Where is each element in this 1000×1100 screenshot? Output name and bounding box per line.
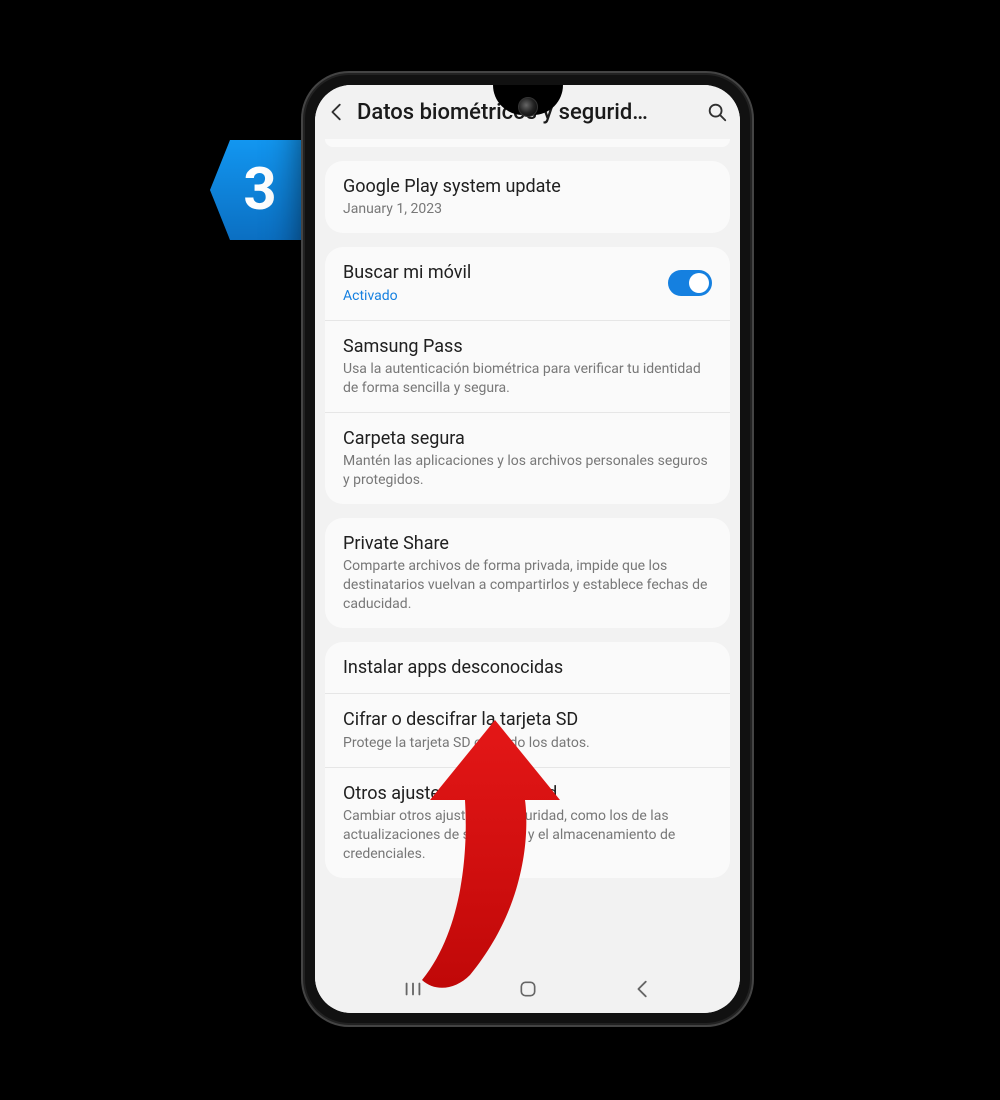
recents-icon (402, 978, 424, 1000)
list-group: Instalar apps desconocidas Cifrar o desc… (325, 642, 730, 878)
step-badge: 3 (210, 140, 310, 240)
settings-item-other-security[interactable]: Otros ajustes de seguridad Cambiar otros… (325, 767, 730, 878)
home-icon (518, 979, 538, 999)
settings-item-samsung-pass[interactable]: Samsung Pass Usa la autenticación biomét… (325, 320, 730, 412)
settings-item-google-play-update[interactable]: Google Play system update January 1, 202… (325, 161, 730, 233)
settings-item-secure-folder[interactable]: Carpeta segura Mantén las aplicaciones y… (325, 412, 730, 504)
settings-item-label: Carpeta segura (343, 427, 712, 450)
settings-item-encrypt-sd[interactable]: Cifrar o descifrar la tarjeta SD Protege… (325, 693, 730, 766)
settings-item-private-share[interactable]: Private Share Comparte archivos de forma… (325, 518, 730, 628)
settings-item-sub: Comparte archivos de forma privada, impi… (343, 557, 712, 614)
settings-item-label: Buscar mi móvil (343, 261, 656, 284)
navigation-bar (315, 965, 740, 1013)
nav-back-button[interactable] (629, 975, 657, 1003)
step-number: 3 (210, 140, 310, 240)
settings-item-sub: Mantén las aplicaciones y los archivos p… (343, 452, 712, 490)
settings-item-label: Google Play system update (343, 175, 712, 198)
settings-item-label: Private Share (343, 532, 712, 555)
back-icon (632, 978, 654, 1000)
settings-item-sub: January 1, 2023 (343, 200, 712, 219)
toggle-switch-on[interactable] (668, 270, 712, 296)
list-group-partial (325, 139, 730, 147)
chevron-left-icon (326, 101, 348, 123)
phone-frame: Datos biométricos y segurid… Google Play… (305, 75, 750, 1023)
screen: Datos biométricos y segurid… Google Play… (315, 85, 740, 1013)
nav-recents-button[interactable] (399, 975, 427, 1003)
settings-item-install-unknown-apps[interactable]: Instalar apps desconocidas (325, 642, 730, 693)
settings-item-label: Cifrar o descifrar la tarjeta SD (343, 708, 712, 731)
settings-item-label: Samsung Pass (343, 335, 712, 358)
settings-item-sub: Activado (343, 287, 656, 306)
settings-item-label: Otros ajustes de seguridad (343, 782, 712, 805)
search-icon (706, 101, 728, 123)
list-group: Private Share Comparte archivos de forma… (325, 518, 730, 628)
list-group: Buscar mi móvil Activado Samsung Pass Us… (325, 247, 730, 504)
list-group: Google Play system update January 1, 202… (325, 161, 730, 233)
search-button[interactable] (704, 99, 730, 125)
settings-item-sub: Protege la tarjeta SD cifrando los datos… (343, 734, 712, 753)
settings-item-sub: Usa la autenticación biométrica para ver… (343, 360, 712, 398)
nav-home-button[interactable] (514, 975, 542, 1003)
back-button[interactable] (325, 100, 349, 124)
settings-item-find-my-mobile[interactable]: Buscar mi móvil Activado (325, 247, 730, 319)
front-camera (518, 97, 538, 117)
settings-list[interactable]: Google Play system update January 1, 202… (315, 139, 740, 965)
settings-item-sub: Cambiar otros ajustes de seguridad, como… (343, 807, 712, 864)
settings-item-label: Instalar apps desconocidas (343, 656, 712, 679)
